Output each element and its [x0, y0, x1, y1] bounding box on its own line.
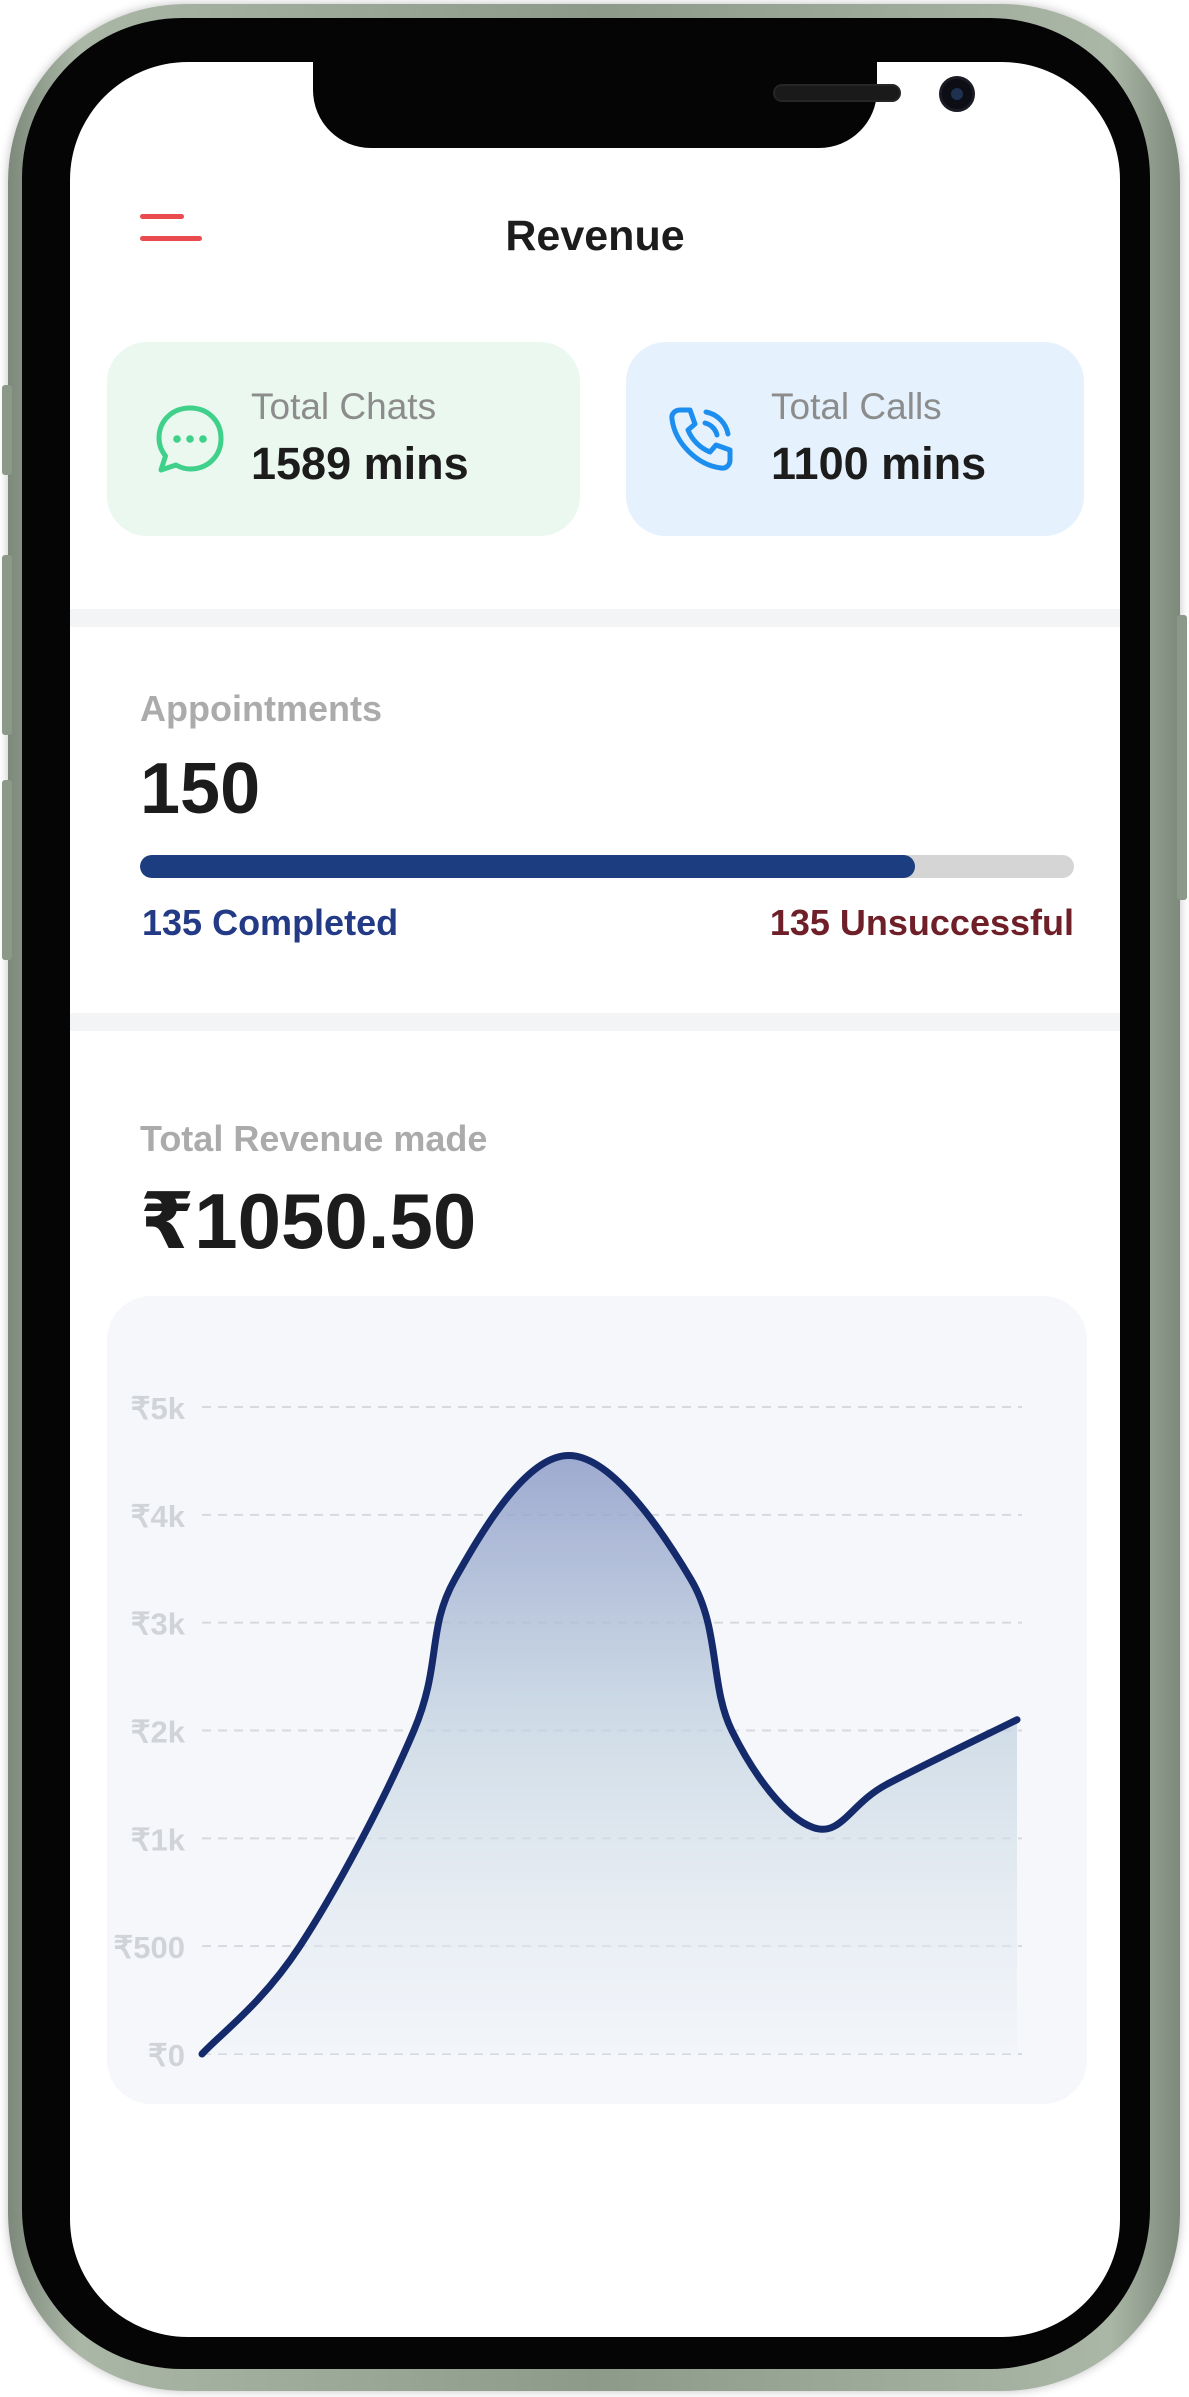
y-tick-label: ₹1k: [131, 1822, 186, 1857]
revenue-chart: ₹0 ₹500 ₹1k ₹2k ₹3k ₹4k ₹5k: [114, 1391, 1022, 2073]
side-button-volume-up: [2, 555, 12, 735]
speaker-grille: [773, 84, 901, 102]
side-button-mute: [2, 385, 12, 475]
total-chats-label: Total Chats: [251, 386, 437, 427]
section-divider: [70, 1013, 1120, 1031]
total-calls-card[interactable]: Total Calls 1100 mins: [626, 342, 1084, 536]
section-divider: [70, 609, 1120, 627]
total-chats-card[interactable]: Total Chats 1589 mins: [107, 342, 580, 536]
side-button-volume-down: [2, 780, 12, 960]
appointments-count: 150: [140, 749, 261, 829]
total-chats-value: 1589 mins: [251, 438, 469, 489]
y-tick-label: ₹500: [114, 1930, 185, 1965]
y-tick-label: ₹0: [148, 2038, 185, 2073]
appointments-unsuccessful: 135 Unsuccessful: [769, 902, 1074, 943]
chat-bubble-icon: [156, 405, 224, 473]
total-revenue-value: ₹1050.50: [140, 1177, 477, 1265]
appointments-progress-bar: [140, 855, 1074, 878]
revenue-area-fill: [202, 1455, 1017, 2054]
appointments-label: Appointments: [140, 688, 382, 729]
appointments-completed: 135 Completed: [142, 902, 399, 943]
front-camera: [939, 76, 975, 112]
total-calls-label: Total Calls: [771, 386, 942, 427]
y-tick-label: ₹2k: [131, 1715, 186, 1750]
app-screen: Revenue Total Chats 1589 mins Total Call…: [70, 62, 1120, 2337]
y-tick-label: ₹3k: [131, 1607, 186, 1642]
revenue-chart-card: ₹0 ₹500 ₹1k ₹2k ₹3k ₹4k ₹5k: [107, 1296, 1087, 2104]
phone-icon: [669, 407, 733, 471]
page-title: Revenue: [505, 212, 685, 260]
y-tick-label: ₹4k: [131, 1499, 186, 1534]
side-button-power: [1177, 615, 1187, 900]
total-calls-value: 1100 mins: [771, 438, 987, 489]
total-revenue-label: Total Revenue made: [140, 1118, 488, 1159]
notch: [313, 62, 975, 148]
y-tick-label: ₹5k: [131, 1391, 186, 1426]
appointments-progress-fill: [140, 855, 916, 878]
